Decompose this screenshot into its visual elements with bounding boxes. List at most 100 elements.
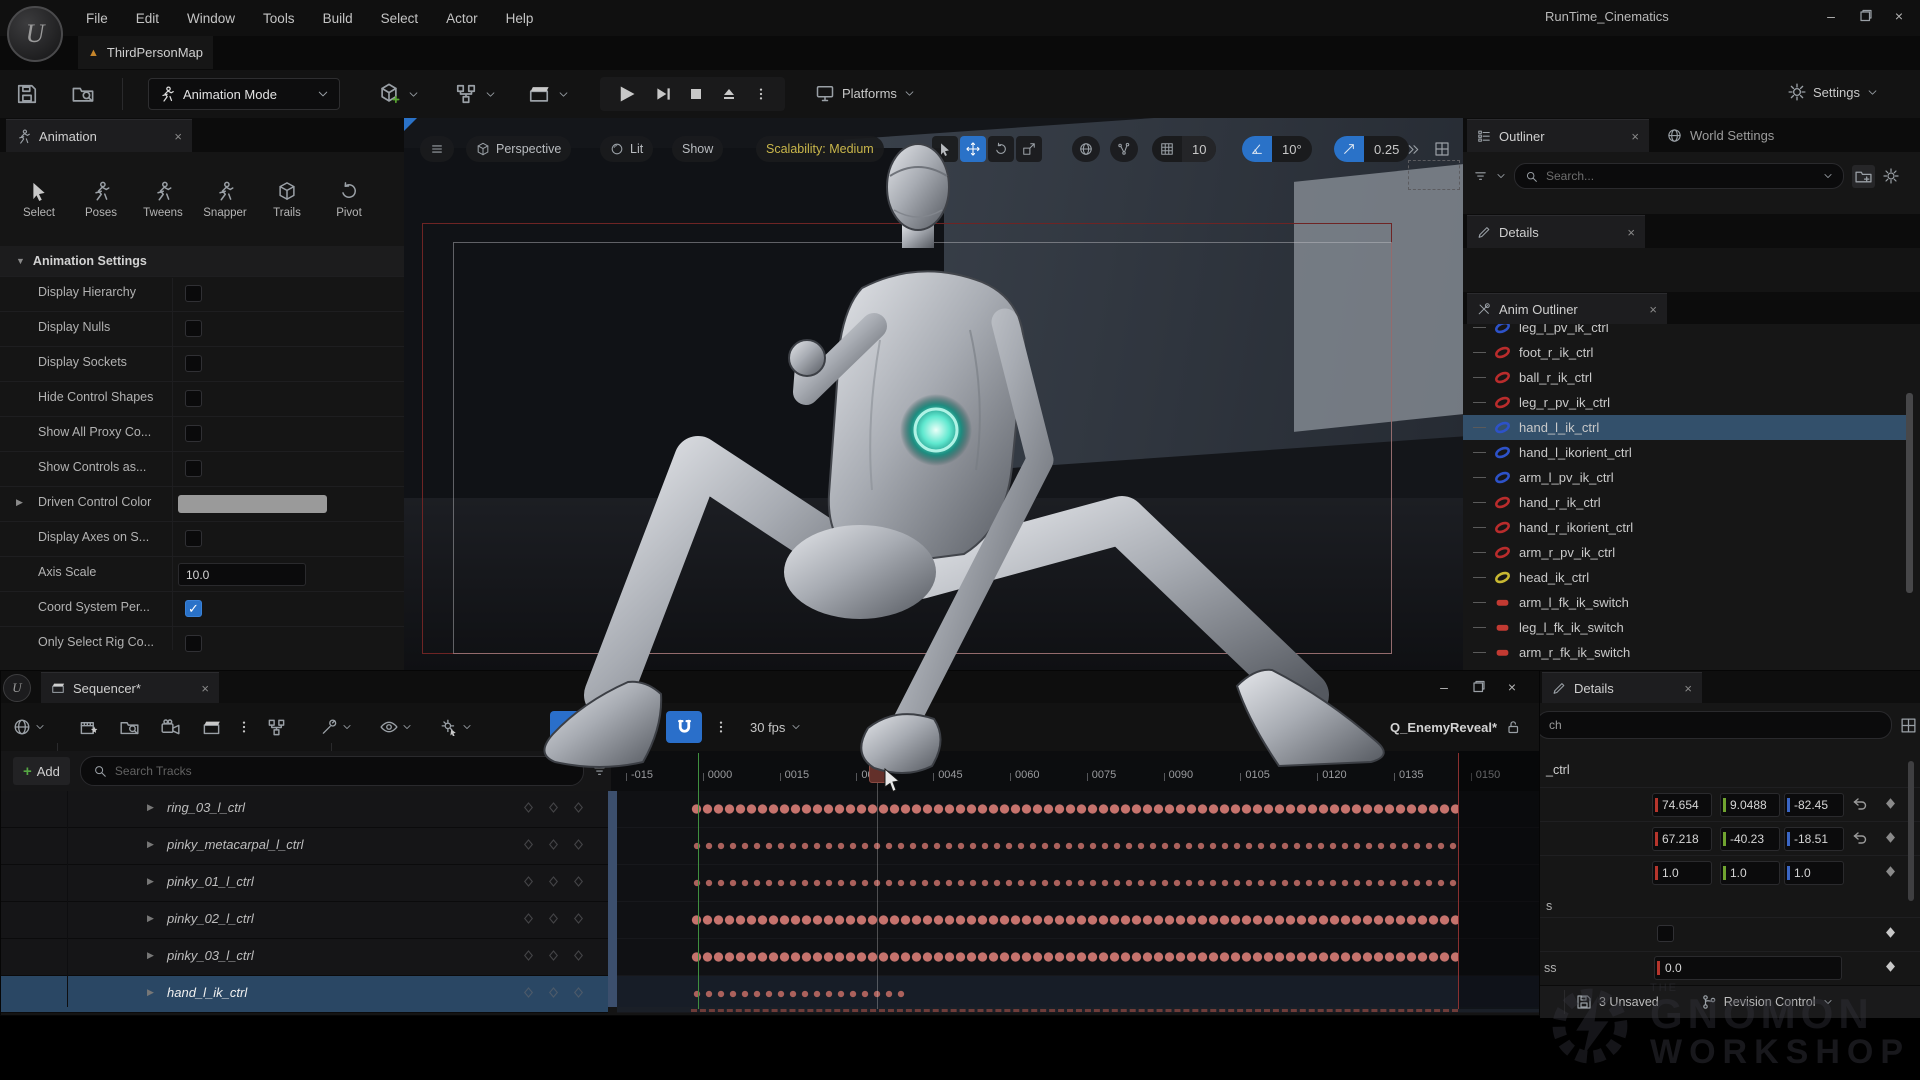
setting-checkbox[interactable]: ✓ xyxy=(185,600,202,617)
chevron-down-icon[interactable] xyxy=(634,722,644,732)
anim-outliner-scrollbar[interactable] xyxy=(1906,393,1913,593)
anim-outliner-item[interactable]: leg_r_pv_ik_ctrl xyxy=(1463,390,1908,415)
transform-x-field[interactable]: 74.654 xyxy=(1652,793,1712,817)
keyframe-nav-buttons[interactable] xyxy=(523,987,584,998)
track-keyframe-lane[interactable] xyxy=(617,828,1539,865)
more-options-icon[interactable] xyxy=(754,87,768,101)
chevron-down-icon[interactable] xyxy=(402,722,412,732)
grid-snap-control[interactable]: 10 xyxy=(1152,136,1216,162)
sequencer-track-row[interactable]: ▶pinky_02_l_ctrl xyxy=(1,902,608,939)
platforms-dropdown[interactable]: Platforms xyxy=(815,83,915,103)
setting-checkbox[interactable] xyxy=(185,285,202,302)
close-icon[interactable]: × xyxy=(1684,681,1692,696)
view-options-eye-icon[interactable] xyxy=(380,718,398,736)
setting-checkbox[interactable] xyxy=(185,635,202,652)
outliner-search-input[interactable]: Search... xyxy=(1514,163,1844,189)
anim-outliner-item[interactable]: head_ik_ctrl xyxy=(1463,565,1908,590)
sequencer-close-button[interactable]: × xyxy=(1495,675,1529,699)
keyframe-diamond-icon[interactable] xyxy=(1884,831,1897,844)
minimize-button[interactable]: – xyxy=(1814,4,1848,28)
anim-tool-trails[interactable]: Trails xyxy=(258,168,316,232)
anim-outliner-item[interactable]: leg_l_pv_ik_ctrl xyxy=(1463,324,1908,340)
sequencer-track-row[interactable]: ▶ring_03_l_ctrl xyxy=(1,791,608,828)
stop-button[interactable] xyxy=(688,86,704,102)
keyframe-nav-buttons[interactable] xyxy=(523,913,584,924)
keyframe-nav-buttons[interactable] xyxy=(523,802,584,813)
anim-outliner-item[interactable]: hand_r_ikorient_ctrl xyxy=(1463,515,1908,540)
table-view-icon[interactable] xyxy=(1900,717,1917,734)
select-tool-button[interactable] xyxy=(932,136,958,162)
playback-options-gear-icon[interactable] xyxy=(440,718,458,736)
anim-outliner-item[interactable]: hand_l_ik_ctrl xyxy=(1463,415,1908,440)
close-icon[interactable]: × xyxy=(1649,302,1657,317)
keyframe-dots[interactable] xyxy=(691,842,1458,850)
setting-checkbox[interactable] xyxy=(185,390,202,407)
keyframe-dots[interactable] xyxy=(691,990,907,998)
chevron-down-icon[interactable] xyxy=(35,722,45,732)
menu-file[interactable]: File xyxy=(72,11,122,26)
create-asset-icon[interactable] xyxy=(79,718,98,737)
transform-z-field[interactable]: -82.45 xyxy=(1784,793,1844,817)
close-icon[interactable]: × xyxy=(1627,225,1635,240)
setting-value-field[interactable]: 10.0 xyxy=(178,563,306,586)
surface-snap-button[interactable] xyxy=(1110,136,1138,162)
details-search-input[interactable]: ch xyxy=(1536,711,1892,739)
sequencer-maximize-button[interactable] xyxy=(1461,675,1495,699)
anim-outliner-item[interactable]: ball_r_ik_ctrl xyxy=(1463,365,1908,390)
chevron-down-icon[interactable] xyxy=(485,89,496,100)
auto-key-button[interactable] xyxy=(550,711,586,743)
details-tab-lower[interactable]: Details × xyxy=(1542,672,1702,703)
keyframe-dots[interactable] xyxy=(691,914,1458,926)
outliner-tab[interactable]: Outliner × xyxy=(1467,119,1649,152)
browse-asset-icon[interactable] xyxy=(120,718,139,737)
close-icon[interactable]: × xyxy=(174,129,182,144)
track-keyframe-lane[interactable] xyxy=(617,865,1539,902)
restore-button[interactable] xyxy=(1848,4,1882,28)
caret-right-icon[interactable]: ▶ xyxy=(147,913,154,924)
keyframe-dots[interactable] xyxy=(691,803,1458,815)
keyframe-nav-buttons[interactable] xyxy=(523,950,584,961)
revert-icon[interactable] xyxy=(1852,796,1868,812)
timeline-ruler[interactable]: -015000000150030004500600075009001050120… xyxy=(611,751,1539,792)
track-keyframe-lane[interactable] xyxy=(617,791,1539,828)
menu-help[interactable]: Help xyxy=(492,11,548,26)
play-button[interactable] xyxy=(617,84,637,104)
settings-dropdown[interactable]: Settings xyxy=(1788,83,1878,101)
perspective-dropdown[interactable]: Perspective xyxy=(466,136,571,162)
keyframe-nav-buttons[interactable] xyxy=(523,876,584,887)
edit-options-wrench-icon[interactable] xyxy=(320,718,338,736)
transform-y-field[interactable]: 9.0488 xyxy=(1720,793,1780,817)
setting-checkbox[interactable] xyxy=(185,425,202,442)
content-browser-icon[interactable] xyxy=(72,83,94,105)
sequencer-scrollbar[interactable] xyxy=(608,791,617,1007)
menu-tools[interactable]: Tools xyxy=(249,11,309,26)
caret-right-icon[interactable]: ▶ xyxy=(16,497,23,508)
keyframe-diamond-icon[interactable] xyxy=(1884,797,1897,810)
render-movie-icon[interactable] xyxy=(202,718,221,737)
animation-panel-tab[interactable]: Animation × xyxy=(6,119,192,152)
chevron-down-icon[interactable] xyxy=(342,722,352,732)
filter-tracks-icon[interactable] xyxy=(592,764,607,779)
playhead-line[interactable] xyxy=(877,757,878,1009)
close-icon[interactable]: × xyxy=(201,681,209,696)
eject-button[interactable] xyxy=(721,86,737,102)
anim-tool-select[interactable]: Select xyxy=(10,168,68,232)
sequencer-track-row[interactable]: ▶pinky_03_l_ctrl xyxy=(1,939,608,976)
frame-skip-button[interactable] xyxy=(654,85,672,103)
setting-checkbox[interactable] xyxy=(185,355,202,372)
chevron-down-icon[interactable] xyxy=(408,89,419,100)
track-keyframe-lane[interactable] xyxy=(617,902,1539,939)
actor-sequence-icon[interactable] xyxy=(267,718,286,737)
setting-checkbox[interactable] xyxy=(185,530,202,547)
anim-outliner-item[interactable]: leg_l_fk_ik_switch xyxy=(1463,615,1908,640)
maximize-viewport-icon[interactable] xyxy=(1434,141,1450,157)
fps-dropdown[interactable]: 30 fps xyxy=(750,720,801,735)
track-keyframe-lane[interactable] xyxy=(617,976,1539,1013)
anim-outliner-item[interactable]: arm_r_pv_ik_ctrl xyxy=(1463,540,1908,565)
chevron-down-icon[interactable] xyxy=(558,89,569,100)
scalability-badge[interactable]: Scalability: Medium xyxy=(756,136,884,162)
expand-toolbar-icon[interactable] xyxy=(1406,142,1421,157)
add-actor-icon[interactable] xyxy=(378,83,400,105)
caret-right-icon[interactable]: ▶ xyxy=(147,950,154,961)
caret-right-icon[interactable]: ▶ xyxy=(147,839,154,850)
